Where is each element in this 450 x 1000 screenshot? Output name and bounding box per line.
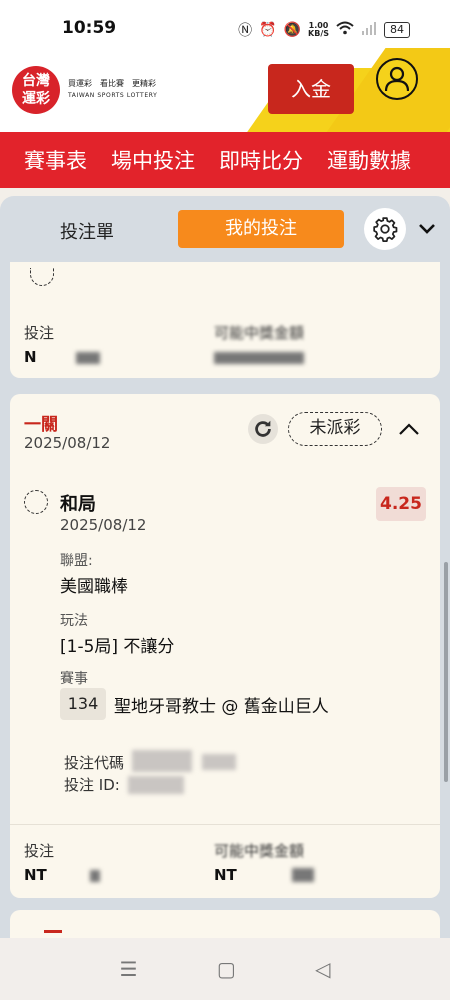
bet-type-stub bbox=[44, 930, 62, 933]
redacted-stake bbox=[90, 870, 100, 882]
status-badge: 未派彩 bbox=[288, 412, 382, 446]
payout-label: 可能中獎金額 bbox=[214, 842, 305, 860]
bet-card[interactable] bbox=[10, 910, 440, 938]
collapse-panel-button[interactable] bbox=[414, 216, 440, 242]
redacted-bet-code bbox=[132, 750, 192, 772]
nav-item-live-betting[interactable]: 場中投注 bbox=[87, 145, 195, 175]
card-divider bbox=[10, 824, 440, 825]
bet-date: 2025/08/12 bbox=[24, 434, 111, 452]
status-bar: 10:59 Ⓝ ⏰ 🔕 1.00 KB/S 84 bbox=[0, 0, 450, 48]
brand-slogan-en: TAIWAN SPORTS LOTTERY bbox=[68, 92, 158, 99]
network-speed: 1.00 KB/S bbox=[308, 21, 329, 38]
payout-label: 可能中獎金額 bbox=[214, 324, 305, 342]
menu-icon[interactable]: ☰ bbox=[120, 957, 138, 981]
selection-name: 和局 bbox=[60, 494, 96, 515]
my-bets-list[interactable]: 投注 N 可能中獎金額 一關 2025/08/12 未派彩 和局 2025/08… bbox=[0, 262, 450, 938]
selection-radio[interactable] bbox=[30, 268, 54, 286]
system-nav-bar: ☰ ▢ ◁ bbox=[0, 938, 450, 1000]
app-header: 台灣 運彩 買運彩 看比賽 更精彩 TAIWAN SPORTS LOTTERY … bbox=[0, 48, 450, 132]
nav-item-schedule[interactable]: 賽事表 bbox=[0, 145, 87, 175]
stake-value: NT bbox=[24, 866, 47, 884]
stake-label: 投注 bbox=[24, 842, 55, 860]
signal-icon bbox=[361, 21, 377, 39]
market-value: [1-5局] 不讓分 bbox=[60, 637, 175, 657]
refresh-button[interactable] bbox=[248, 414, 278, 444]
brand-slogan: 買運彩 看比賽 更精彩 TAIWAN SPORTS LOTTERY bbox=[68, 78, 157, 102]
brand-logo[interactable]: 台灣 運彩 bbox=[12, 66, 60, 114]
chevron-up-icon bbox=[399, 423, 419, 435]
home-icon[interactable]: ▢ bbox=[217, 957, 236, 981]
payout-value: NT bbox=[214, 866, 237, 884]
redacted-stake bbox=[76, 352, 100, 364]
bet-card[interactable]: 一關 2025/08/12 未派彩 和局 2025/08/12 4.25 聯盟:… bbox=[10, 394, 440, 898]
game-number: 134 bbox=[60, 688, 106, 720]
refresh-icon bbox=[255, 420, 271, 437]
user-profile-button[interactable] bbox=[376, 58, 418, 100]
league-value: 美國職棒 bbox=[60, 577, 128, 597]
nav-item-live-scores[interactable]: 即時比分 bbox=[195, 145, 303, 175]
stake-value: N bbox=[24, 348, 37, 366]
user-icon bbox=[385, 66, 409, 92]
alarm-icon: ⏰ bbox=[259, 22, 277, 38]
wifi-icon bbox=[336, 21, 354, 39]
bet-id-label: 投注 ID: bbox=[64, 776, 120, 794]
gear-icon bbox=[373, 217, 398, 242]
tab-my-bets[interactable]: 我的投注 bbox=[178, 210, 344, 248]
status-time: 10:59 bbox=[62, 18, 117, 38]
league-label: 聯盟: bbox=[60, 553, 93, 569]
nfc-icon: Ⓝ bbox=[238, 23, 253, 39]
brand-slogan-zh: 買運彩 看比賽 更精彩 bbox=[68, 79, 156, 88]
settings-button[interactable] bbox=[364, 208, 406, 250]
chevron-down-icon bbox=[419, 224, 435, 234]
odds-badge: 4.25 bbox=[376, 487, 426, 521]
selection-date: 2025/08/12 bbox=[60, 516, 147, 534]
market-label: 玩法 bbox=[60, 613, 88, 629]
deposit-button[interactable]: 入金 bbox=[268, 64, 354, 114]
event-label: 賽事 bbox=[60, 671, 88, 687]
bet-code-label: 投注代碼 bbox=[64, 754, 125, 772]
main-nav: 賽事表 場中投注 即時比分 運動數據 bbox=[0, 132, 450, 188]
redacted-bet-id bbox=[128, 776, 184, 794]
selection-radio[interactable] bbox=[24, 490, 48, 514]
redacted-bet-code-2 bbox=[202, 754, 236, 770]
collapse-card-button[interactable] bbox=[396, 416, 422, 442]
bet-type: 一關 bbox=[24, 415, 58, 435]
nav-item-sports-data[interactable]: 運動數據 bbox=[303, 145, 411, 175]
back-icon[interactable]: ◁ bbox=[315, 957, 330, 981]
bet-tabs-bar: 投注單 我的投注 bbox=[0, 196, 450, 266]
status-icons: Ⓝ ⏰ 🔕 1.00 KB/S 84 bbox=[238, 20, 410, 40]
redacted-payout bbox=[292, 868, 314, 882]
scrollbar[interactable] bbox=[444, 562, 448, 782]
game-name: 聖地牙哥教士 @ 舊金山巨人 bbox=[114, 697, 329, 717]
mute-icon: 🔕 bbox=[283, 22, 302, 38]
tab-bet-slip[interactable]: 投注單 bbox=[60, 218, 114, 244]
bet-card[interactable]: 投注 N 可能中獎金額 bbox=[10, 262, 440, 378]
redacted-payout bbox=[214, 352, 304, 364]
stake-label: 投注 bbox=[24, 324, 55, 342]
battery-icon: 84 bbox=[384, 22, 410, 38]
